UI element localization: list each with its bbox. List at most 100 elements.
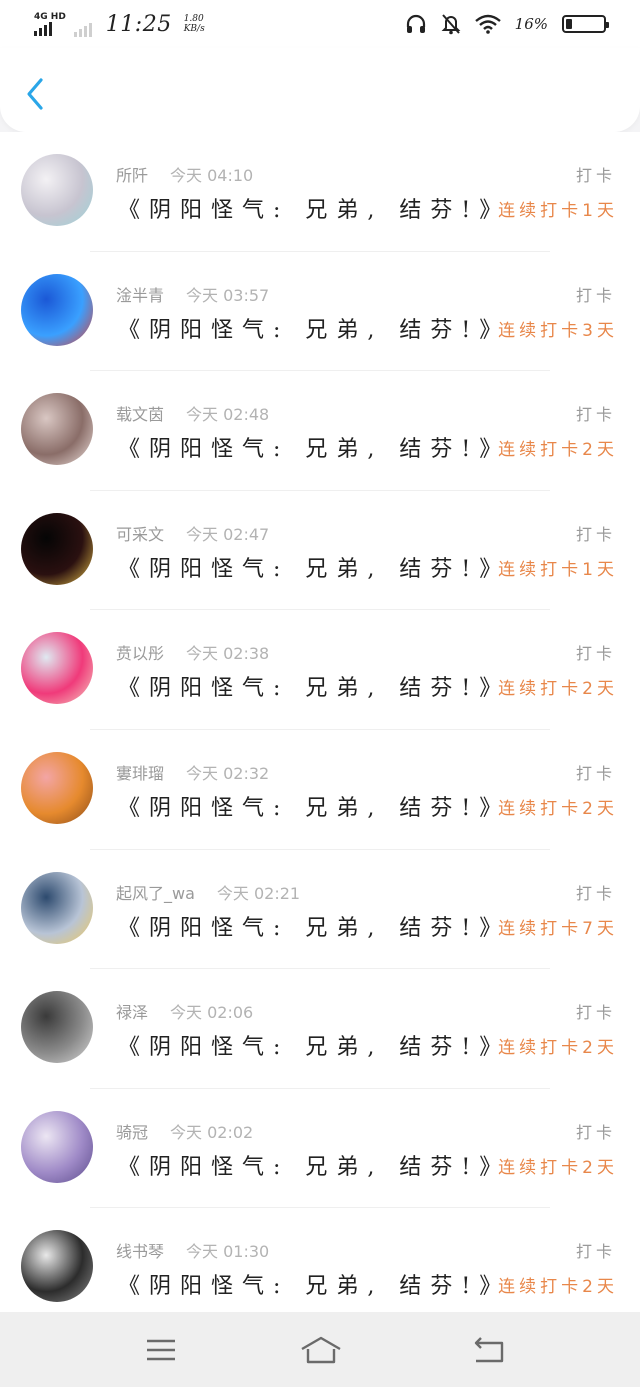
chevron-left-icon (27, 78, 43, 110)
network-speed: 1.80 KB/s (184, 14, 205, 34)
headphones-icon (406, 14, 425, 33)
top-nav-bar (0, 48, 640, 132)
feed-row[interactable]: 线书琴 今天 01:30 《阴阳怪气: 兄弟, 结芬!》 打卡 连续打卡2天 (0, 1208, 640, 1312)
row-meta: 贲以彤 今天 02:38 (116, 640, 269, 664)
course-title: 《阴阳怪气: 兄弟, 结芬!》 (118, 1035, 511, 1061)
feed-row[interactable]: 淦半青 今天 03:57 《阴阳怪气: 兄弟, 结芬!》 打卡 连续打卡3天 (0, 252, 640, 372)
course-title: 《阴阳怪气: 兄弟, 结芬!》 (118, 198, 511, 223)
battery-icon (562, 15, 609, 33)
checkin-label: 打卡 (575, 1003, 616, 1023)
return-button[interactable] (468, 1330, 508, 1370)
menu-button[interactable] (141, 1330, 181, 1370)
checkin-feed-list: 所阡 今天 04:10 《阴阳怪气: 兄弟, 结芬!》 打卡 连续打卡1天 淦半青 今天 0… (0, 132, 640, 1312)
course-title: 《阴阳怪气: 兄弟, 结芬!》 (118, 676, 511, 702)
wifi-icon (474, 14, 501, 34)
network-indicator: 4G HD (34, 11, 66, 36)
avatar[interactable] (21, 273, 93, 346)
streak-label: 连续打卡7天 (498, 918, 618, 939)
username[interactable]: 载文茵 (116, 401, 164, 425)
row-meta: 寠琲瑠 今天 02:32 (116, 760, 269, 784)
username[interactable]: 起风了_wa (116, 880, 195, 904)
battery-fill (566, 19, 572, 29)
feed-row[interactable]: 载文茵 今天 02:48 《阴阳怪气: 兄弟, 结芬!》 打卡连续打卡2天 (0, 371, 640, 491)
checkin-label: 打卡 (575, 166, 616, 185)
checkin-label: 打卡 (575, 524, 616, 544)
row-meta: 淦半青 今天 03:57 (116, 282, 269, 306)
timestamp: 今天 02:48 (186, 405, 270, 425)
timestamp: 今天 04:10 (170, 166, 254, 185)
timestamp: 今天 02:32 (186, 764, 270, 783)
checkin-label: 打卡 (575, 883, 616, 903)
row-meta: 起风了_wa 今天 02:21 (116, 880, 300, 904)
signal-2-icon (73, 23, 92, 37)
avatar[interactable] (21, 1230, 93, 1303)
course-title: 《阴阳怪气: 兄弟, 结芬!》 (118, 796, 511, 821)
streak-label: 连续打卡2天 (498, 1038, 618, 1059)
avatar[interactable] (21, 1110, 93, 1183)
avatar[interactable] (21, 752, 93, 824)
feed-row[interactable]: 寠琲瑠 今天 02:32 《阴阳怪气: 兄弟, 结芬!》 打卡连续打卡2天 (0, 730, 640, 850)
row-meta: 骑冠 今天 02:02 (116, 1119, 253, 1143)
streak-label: 连续打卡2天 (498, 679, 618, 700)
username[interactable]: 淦半青 (116, 282, 164, 306)
timestamp: 今天 02:38 (186, 644, 270, 664)
username[interactable]: 寠琲瑠 (116, 760, 164, 784)
username[interactable]: 所阡 (116, 162, 148, 186)
checkin-label: 打卡 (575, 764, 616, 783)
avatar[interactable] (21, 154, 93, 226)
checkin-label: 打卡 (575, 1122, 616, 1142)
status-bar: 4G HD 11:25 1.80 KB/s 16% (0, 0, 640, 48)
feed-row[interactable]: 贲以彤 今天 02:38 《阴阳怪气: 兄弟, 结芬!》 打卡连续打卡2天 (0, 610, 640, 730)
streak-label: 连续打卡2天 (498, 1277, 618, 1298)
row-meta: 线书琴 今天 01:30 (116, 1238, 269, 1262)
checkin-label: 打卡 (575, 405, 616, 425)
streak-label: 连续打卡2天 (498, 799, 618, 819)
feed-row[interactable]: 骑冠 今天 02:02 《阴阳怪气: 兄弟, 结芬!》 打卡连续打卡2天 (0, 1089, 640, 1209)
back-button[interactable] (18, 74, 52, 114)
username[interactable]: 贲以彤 (116, 640, 164, 664)
menu-icon (147, 1339, 175, 1361)
row-meta: 载文茵 今天 02:48 (116, 401, 269, 425)
row-meta: 禄泽 今天 02:06 (116, 999, 253, 1023)
timestamp: 今天 03:57 (186, 285, 270, 305)
mute-bell-icon (441, 14, 461, 35)
streak-label: 连续打卡1天 (498, 559, 618, 580)
username[interactable]: 可采文 (116, 521, 164, 545)
course-title: 《阴阳怪气: 兄弟, 结芬!》 (118, 915, 511, 941)
streak-label: 连续打卡2天 (498, 1157, 618, 1178)
home-button[interactable] (299, 1330, 343, 1370)
avatar[interactable] (21, 512, 93, 585)
signal-icon (34, 21, 66, 36)
feed-row[interactable]: 所阡 今天 04:10 《阴阳怪气: 兄弟, 结芬!》 打卡 连续打卡1天 (0, 132, 640, 252)
avatar[interactable] (21, 991, 93, 1064)
feed-row[interactable]: 禄泽 今天 02:06 《阴阳怪气: 兄弟, 结芬!》 打卡连续打卡2天 (0, 969, 640, 1089)
feed-row[interactable]: 起风了_wa 今天 02:21 《阴阳怪气: 兄弟, 结芬!》 打卡连续打卡7天 (0, 850, 640, 970)
status-right: 16% (405, 13, 609, 35)
timestamp: 今天 02:02 (170, 1122, 254, 1142)
home-icon (301, 1336, 341, 1364)
course-title: 《阴阳怪气: 兄弟, 结芬!》 (118, 1154, 511, 1180)
feed-row[interactable]: 可采文 今天 02:47 《阴阳怪气: 兄弟, 结芬!》 打卡连续打卡1天 (0, 491, 640, 611)
avatar[interactable] (21, 393, 93, 466)
row-meta: 所阡 今天 04:10 (116, 162, 253, 186)
timestamp: 今天 02:47 (186, 524, 270, 544)
username[interactable]: 线书琴 (116, 1238, 164, 1262)
username[interactable]: 禄泽 (116, 999, 148, 1023)
course-title: 《阴阳怪气: 兄弟, 结芬!》 (118, 556, 511, 582)
row-meta: 可采文 今天 02:47 (116, 521, 269, 545)
avatar[interactable] (21, 871, 93, 944)
streak-label: 连续打卡2天 (498, 440, 618, 461)
checkin-label: 打卡 (575, 644, 616, 664)
back-return-icon (474, 1337, 504, 1363)
status-left: 4G HD 11:25 1.80 KB/s (34, 11, 205, 37)
battery-percent: 16% (514, 15, 548, 33)
course-title: 《阴阳怪气: 兄弟, 结芬!》 (118, 437, 511, 463)
speed-value: 1.80 (183, 14, 204, 24)
system-navigation-bar (0, 1312, 640, 1387)
username[interactable]: 骑冠 (116, 1119, 148, 1143)
avatar[interactable] (21, 632, 93, 705)
checkin-label: 打卡 (575, 285, 616, 305)
timestamp: 今天 02:06 (170, 1003, 254, 1023)
network-label: 4G HD (34, 11, 66, 22)
timestamp: 今天 02:21 (216, 883, 301, 903)
